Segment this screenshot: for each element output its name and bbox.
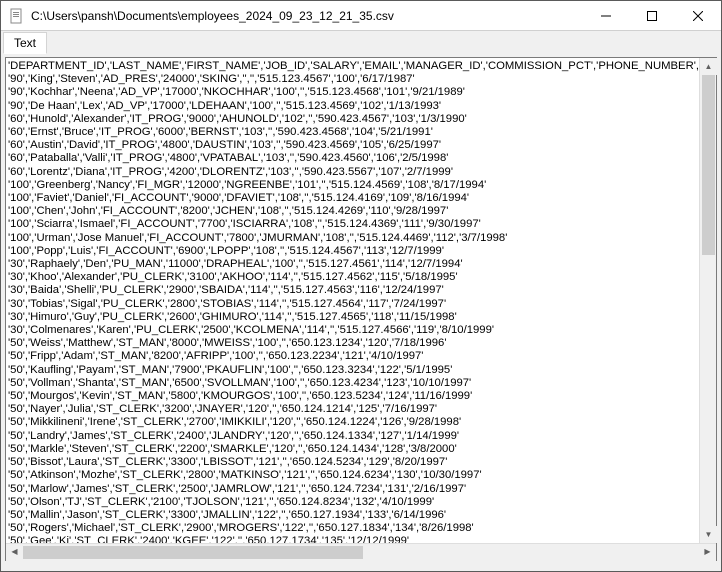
- text-line: '50','Bissot','Laura','ST_CLERK','3300',…: [8, 456, 697, 469]
- text-line: '100','Faviet','Daniel','FI_ACCOUNT','90…: [8, 192, 697, 205]
- hscroll-thumb[interactable]: [23, 546, 363, 559]
- text-line: '50','Weiss','Matthew','ST_MAN','8000','…: [8, 337, 697, 350]
- text-line: '50','Fripp','Adam','ST_MAN','8200','AFR…: [8, 350, 697, 363]
- text-line: '90','Kochhar','Neena','AD_VP','17000','…: [8, 86, 697, 99]
- window-controls: [583, 1, 721, 30]
- text-line: '50','Kaufling','Payam','ST_MAN','7900',…: [8, 364, 697, 377]
- text-line: '50','Markle','Steven','ST_CLERK','2200'…: [8, 443, 697, 456]
- minimize-button[interactable]: [583, 1, 629, 30]
- chevron-left-icon: ◀: [11, 548, 17, 556]
- app-window: C:\Users\pansh\Documents\employees_2024_…: [0, 0, 722, 572]
- text-line: '100','Chen','John','FI_ACCOUNT','8200',…: [8, 205, 697, 218]
- close-button[interactable]: [675, 1, 721, 30]
- window-title: C:\Users\pansh\Documents\employees_2024_…: [31, 9, 583, 23]
- text-line: '50','Nayer','Julia','ST_CLERK','3200','…: [8, 403, 697, 416]
- vscroll-thumb[interactable]: [702, 75, 715, 255]
- text-line: '30','Raphaely','Den','PU_MAN','11000','…: [8, 258, 697, 271]
- text-line: '50','Marlow','James','ST_CLERK','2500',…: [8, 483, 697, 496]
- text-line: '50','Landry','James','ST_CLERK','2400',…: [8, 430, 697, 443]
- app-icon: [9, 8, 25, 24]
- horizontal-scrollbar[interactable]: ◀ ▶: [6, 543, 716, 560]
- text-line: '50','Gee','Ki','ST_CLERK','2400','KGEE'…: [8, 535, 697, 543]
- chevron-up-icon: ▲: [705, 63, 713, 71]
- text-line: '30','Tobias','Sigal','PU_CLERK','2800',…: [8, 298, 697, 311]
- text-line: '50','Mourgos','Kevin','ST_MAN','5800','…: [8, 390, 697, 403]
- chevron-down-icon: ▼: [705, 531, 713, 539]
- content-area: 'DEPARTMENT_ID','LAST_NAME','FIRST_NAME'…: [1, 53, 721, 565]
- text-line: '100','Popp','Luis','FI_ACCOUNT','6900',…: [8, 245, 697, 258]
- maximize-button[interactable]: [629, 1, 675, 30]
- scroll-right-button[interactable]: ▶: [699, 544, 716, 561]
- chevron-right-icon: ▶: [704, 548, 710, 556]
- scroll-up-button[interactable]: ▲: [700, 58, 717, 75]
- text-line: '50','Atkinson','Mozhe','ST_CLERK','2800…: [8, 469, 697, 482]
- text-line: '60','Hunold','Alexander','IT_PROG','900…: [8, 113, 697, 126]
- text-line: '100','Greenberg','Nancy','FI_MGR','1200…: [8, 179, 697, 192]
- text-panel: 'DEPARTMENT_ID','LAST_NAME','FIRST_NAME'…: [5, 57, 717, 561]
- text-line: '50','Rogers','Michael','ST_CLERK','2900…: [8, 522, 697, 535]
- text-line: '50','Vollman','Shanta','ST_MAN','6500',…: [8, 377, 697, 390]
- titlebar[interactable]: C:\Users\pansh\Documents\employees_2024_…: [1, 1, 721, 31]
- text-line: '30','Colmenares','Karen','PU_CLERK','25…: [8, 324, 697, 337]
- text-line: '50','Mikkilineni','Irene','ST_CLERK','2…: [8, 416, 697, 429]
- text-line: '60','Austin','David','IT_PROG','4800','…: [8, 139, 697, 152]
- status-strip: [1, 565, 721, 571]
- tab-strip: Text: [1, 31, 721, 53]
- vertical-scrollbar[interactable]: ▲ ▼: [699, 58, 716, 543]
- text-line: '50','Olson','TJ','ST_CLERK','2100','TJO…: [8, 496, 697, 509]
- scroll-down-button[interactable]: ▼: [700, 526, 717, 543]
- text-line: '50','Mallin','Jason','ST_CLERK','3300',…: [8, 509, 697, 522]
- hscroll-track[interactable]: [23, 544, 699, 561]
- text-line: '90','De Haan','Lex','AD_VP','17000','LD…: [8, 100, 697, 113]
- vscroll-track[interactable]: [700, 75, 716, 526]
- text-content[interactable]: 'DEPARTMENT_ID','LAST_NAME','FIRST_NAME'…: [6, 58, 699, 543]
- text-line: '30','Baida','Shelli','PU_CLERK','2900',…: [8, 284, 697, 297]
- text-line: '60','Lorentz','Diana','IT_PROG','4200',…: [8, 166, 697, 179]
- text-line: '30','Khoo','Alexander','PU_CLERK','3100…: [8, 271, 697, 284]
- text-line: '30','Himuro','Guy','PU_CLERK','2600','G…: [8, 311, 697, 324]
- tab-text[interactable]: Text: [3, 32, 47, 54]
- text-line: '60','Ernst','Bruce','IT_PROG','6000','B…: [8, 126, 697, 139]
- text-line: '60','Pataballa','Valli','IT_PROG','4800…: [8, 152, 697, 165]
- text-line: '90','King','Steven','AD_PRES','24000','…: [8, 73, 697, 86]
- scroll-left-button[interactable]: ◀: [6, 544, 23, 561]
- text-line: '100','Sciarra','Ismael','FI_ACCOUNT','7…: [8, 218, 697, 231]
- text-line: 'DEPARTMENT_ID','LAST_NAME','FIRST_NAME'…: [8, 60, 697, 73]
- text-line: '100','Urman','Jose Manuel','FI_ACCOUNT'…: [8, 232, 697, 245]
